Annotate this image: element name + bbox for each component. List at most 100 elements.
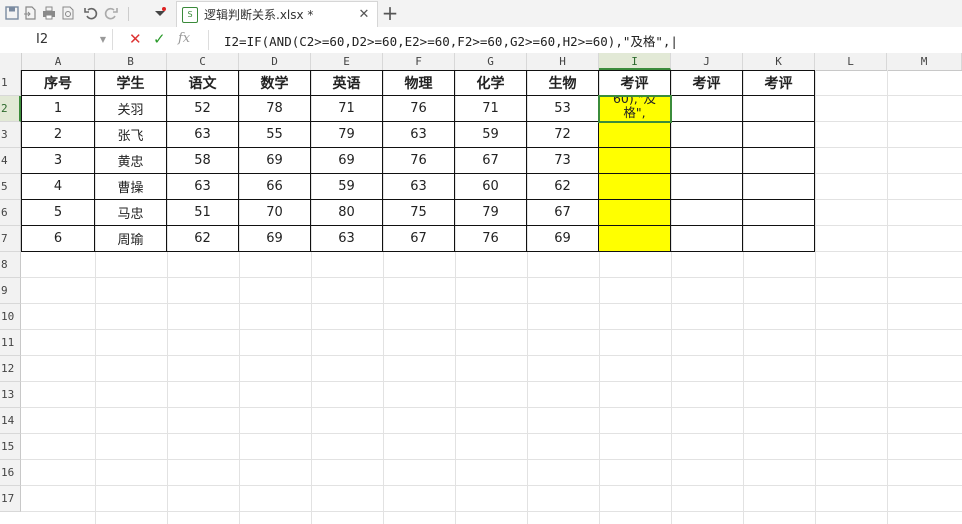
table-cell[interactable]: 3	[22, 148, 95, 174]
row-header-1[interactable]: 1	[0, 70, 21, 96]
header-cell-biology[interactable]: 生物	[527, 71, 599, 96]
table-cell[interactable]: 75	[383, 200, 455, 226]
table-cell[interactable]: 69	[239, 148, 311, 174]
select-all-corner[interactable]	[0, 53, 22, 70]
name-box[interactable]: I2 ▼	[2, 29, 113, 50]
save-icon[interactable]	[4, 5, 20, 21]
column-header-i[interactable]: I	[599, 53, 671, 70]
table-cell[interactable]: 55	[239, 122, 311, 148]
row-header-8[interactable]: 8	[0, 252, 21, 278]
table-cell[interactable]: 67	[455, 148, 527, 174]
export-pdf-icon[interactable]	[22, 5, 38, 21]
table-cell[interactable]: 69	[239, 226, 311, 252]
header-cell-eval-k[interactable]: 考评	[743, 71, 815, 96]
table-cell[interactable]: 2	[22, 122, 95, 148]
row-header-4[interactable]: 4	[0, 148, 21, 174]
table-cell[interactable]: 73	[527, 148, 599, 174]
print-icon[interactable]	[41, 5, 57, 21]
row-header-6[interactable]: 6	[0, 200, 21, 226]
table-cell[interactable]	[671, 148, 743, 174]
table-cell[interactable]: 72	[527, 122, 599, 148]
table-cell[interactable]: 67	[527, 200, 599, 226]
table-cell[interactable]: 51	[167, 200, 239, 226]
header-cell-chinese[interactable]: 语文	[167, 71, 239, 96]
table-cell[interactable]: 63	[167, 174, 239, 200]
column-header-e[interactable]: E	[311, 53, 383, 70]
table-cell[interactable]: 67	[383, 226, 455, 252]
table-cell[interactable]: 70	[239, 200, 311, 226]
header-cell-physics[interactable]: 物理	[383, 71, 455, 96]
table-cell[interactable]: 马忠	[95, 200, 167, 226]
column-header-b[interactable]: B	[95, 53, 167, 70]
row-header-9[interactable]: 9	[0, 278, 21, 304]
table-cell[interactable]: 周瑜	[95, 226, 167, 252]
row-header-17[interactable]: 17	[0, 486, 21, 512]
tab-document[interactable]: S 逻辑判断关系.xlsx * ✕	[176, 1, 378, 27]
table-cell[interactable]: 52	[167, 96, 239, 122]
redo-icon[interactable]	[103, 5, 119, 21]
table-cell[interactable]: 66	[239, 174, 311, 200]
close-tab-icon[interactable]: ✕	[357, 7, 371, 22]
table-cell[interactable]: 62	[527, 174, 599, 200]
column-header-d[interactable]: D	[239, 53, 311, 70]
column-header-l[interactable]: L	[815, 53, 887, 70]
table-cell[interactable]: 79	[311, 122, 383, 148]
table-cell[interactable]	[743, 226, 815, 252]
header-cell-eval-j[interactable]: 考评	[671, 71, 743, 96]
row-header-2[interactable]: 2	[0, 96, 21, 122]
header-cell-english[interactable]: 英语	[311, 71, 383, 96]
row-header-12[interactable]: 12	[0, 356, 21, 382]
row-header-15[interactable]: 15	[0, 434, 21, 460]
chevron-down-icon[interactable]: ▼	[100, 35, 106, 44]
table-cell[interactable]: 63	[383, 122, 455, 148]
table-cell[interactable]	[743, 122, 815, 148]
table-cell[interactable]: 71	[311, 96, 383, 122]
table-cell[interactable]: 59	[455, 122, 527, 148]
customize-dropdown-icon[interactable]	[152, 5, 168, 21]
table-cell[interactable]	[743, 174, 815, 200]
table-cell[interactable]: 79	[455, 200, 527, 226]
column-header-f[interactable]: F	[383, 53, 455, 70]
table-cell[interactable]	[671, 226, 743, 252]
table-cell[interactable]: 76	[383, 148, 455, 174]
print-preview-icon[interactable]	[60, 5, 76, 21]
header-cell-student[interactable]: 学生	[95, 71, 167, 96]
table-cell[interactable]	[671, 174, 743, 200]
table-cell[interactable]: 张飞	[95, 122, 167, 148]
header-cell-eval-i[interactable]: 考评	[599, 71, 671, 96]
row-header-13[interactable]: 13	[0, 382, 21, 408]
eval-cell-highlighted[interactable]	[599, 122, 671, 148]
row-header-14[interactable]: 14	[0, 408, 21, 434]
table-cell[interactable]	[743, 200, 815, 226]
header-cell-chemistry[interactable]: 化学	[455, 71, 527, 96]
table-cell[interactable]: 6	[22, 226, 95, 252]
table-cell[interactable]: 71	[455, 96, 527, 122]
table-cell[interactable]	[743, 148, 815, 174]
table-cell[interactable]: 53	[527, 96, 599, 122]
eval-cell-highlighted[interactable]	[599, 174, 671, 200]
new-tab-button[interactable]: +	[381, 3, 399, 23]
table-cell[interactable]: 黄忠	[95, 148, 167, 174]
table-cell[interactable]: 5	[22, 200, 95, 226]
table-cell[interactable]: 76	[383, 96, 455, 122]
cancel-formula-icon[interactable]: ✕	[129, 30, 142, 48]
table-cell[interactable]: 59	[311, 174, 383, 200]
column-header-m[interactable]: M	[887, 53, 962, 70]
column-header-j[interactable]: J	[671, 53, 743, 70]
table-cell[interactable]: 69	[527, 226, 599, 252]
table-cell[interactable]: 1	[22, 96, 95, 122]
header-cell-no[interactable]: 序号	[22, 71, 95, 96]
row-header-7[interactable]: 7	[0, 226, 21, 252]
column-header-c[interactable]: C	[167, 53, 239, 70]
row-header-16[interactable]: 16	[0, 460, 21, 486]
column-header-k[interactable]: K	[743, 53, 815, 70]
table-cell[interactable]	[743, 96, 815, 122]
table-cell[interactable]: 关羽	[95, 96, 167, 122]
table-cell[interactable]	[671, 122, 743, 148]
table-cell[interactable]: 63	[167, 122, 239, 148]
table-cell[interactable]: 58	[167, 148, 239, 174]
header-cell-math[interactable]: 数学	[239, 71, 311, 96]
eval-cell-highlighted[interactable]	[599, 148, 671, 174]
active-cell-i2[interactable]: 60),"及 格",	[598, 95, 672, 123]
table-cell[interactable]: 60	[455, 174, 527, 200]
